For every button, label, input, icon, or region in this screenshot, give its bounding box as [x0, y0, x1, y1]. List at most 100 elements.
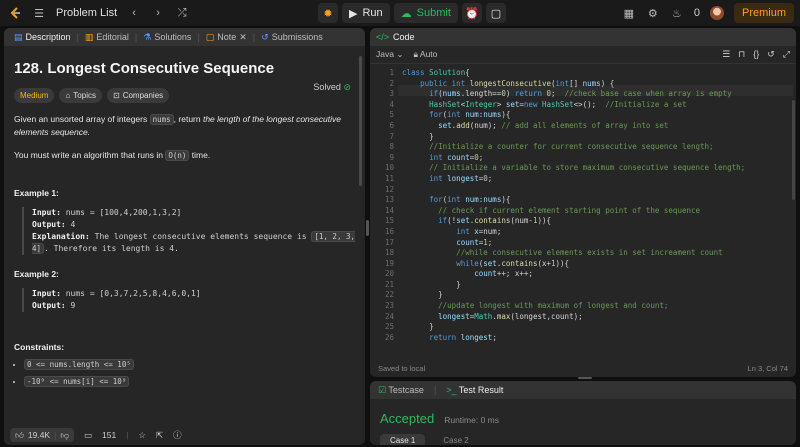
tab-solutions[interactable]: ⚗ Solutions [139, 32, 195, 43]
expand-icon[interactable]: ⤢ [783, 49, 790, 60]
description-footer: 👍︎ 19.4K | 👎︎ ▭ 151 | ☆ ⇱ ⓘ [4, 425, 365, 445]
case-tabs: Case 1 Case 2 [370, 426, 796, 445]
code-line: for(int num:nums){ [429, 110, 511, 120]
leetcode-logo-icon[interactable] [8, 6, 22, 20]
debug-button[interactable]: ✹ [318, 3, 338, 23]
footer-separator: | [126, 430, 129, 440]
language-select[interactable]: Java ⌄ [376, 49, 403, 60]
case-1-tab[interactable]: Case 1 [380, 434, 426, 445]
avatar[interactable] [709, 6, 724, 20]
code-line: return longest; [429, 332, 497, 342]
shuffle-icon[interactable]: ⤮ [175, 6, 189, 20]
auto-toggle[interactable]: 🔒︎ Auto [413, 49, 437, 60]
code-editor[interactable]: 1 2 3 4 5 6 7 8 9 10 11 12 13 14 15 16 17 18 19 20 21 22 23 24 2… [370, 64, 796, 349]
code-line: int x=num; [456, 226, 502, 236]
tag-icon: ⌂ [65, 91, 71, 100]
code-line: if(nums.length==0) return 0; //check bas… [429, 89, 732, 99]
notes-button[interactable]: ▢ [485, 3, 506, 23]
lock-icon: 🔒︎ [413, 49, 418, 59]
alarm-icon: ⏰ [465, 7, 479, 20]
example-block: Input: nums = [100,4,200,1,3,2] Output: … [22, 207, 356, 255]
panel-resize-handle[interactable] [578, 377, 592, 379]
top-bar: ☰ Problem List ‹ › ⤮ ✹ ▶ Run ☁ Submit ⏰ ▢ … [0, 0, 800, 26]
code-line: int longest=0; [429, 173, 493, 183]
code-line: if(!set.contains(num-1)){ [438, 216, 552, 226]
example-heading: Example 2: [14, 269, 59, 279]
tab-description[interactable]: ▤ Description [10, 32, 75, 43]
format-icon[interactable]: ☰ [722, 49, 730, 60]
code-scrollbar[interactable] [792, 100, 795, 200]
share-icon[interactable]: ⇱ [156, 430, 163, 441]
tab-separator: | [134, 32, 138, 42]
problem-requirement: You must write an algorithm that runs in… [14, 150, 211, 161]
problem-list-link[interactable]: Problem List [56, 7, 117, 19]
history-icon: ↺ [261, 31, 269, 42]
terminal-icon: >_ [446, 385, 457, 395]
settings-icon[interactable]: ⚙ [646, 6, 660, 20]
problem-list-icon[interactable]: ☰ [32, 6, 46, 20]
tab-submissions[interactable]: ↺ Submissions [257, 32, 327, 43]
code-line: } [402, 322, 434, 332]
solved-badge: Solved ⊘ [313, 82, 351, 92]
companies-chip[interactable]: ⊡ Companies [106, 88, 170, 103]
timer-button[interactable]: ⏰ [461, 3, 482, 23]
panel-resize-handle[interactable] [366, 220, 369, 236]
code-line: count=1; [456, 237, 493, 247]
run-button[interactable]: ▶ Run [342, 3, 390, 23]
code-line: set.add(num); // add all elements of arr… [438, 120, 669, 130]
note-icon: ▢ [490, 7, 502, 20]
code-line: for(int num:nums){ [429, 195, 511, 205]
topics-chip[interactable]: ⌂ Topics [59, 88, 102, 103]
description-scrollbar[interactable] [359, 56, 362, 186]
code-tab[interactable]: </> Code [370, 28, 796, 46]
check-circle-icon: ⊘ [343, 82, 351, 92]
comment-count: 151 [102, 430, 117, 440]
note-icon: ▢ [205, 31, 215, 42]
difficulty-chip[interactable]: Medium [14, 88, 55, 103]
tab-test-result[interactable]: >_ Test Result [446, 385, 503, 395]
chevron-down-icon: ⌄ [396, 49, 404, 59]
code-line: //while consecutive elements exists in s… [456, 248, 723, 258]
tab-separator: | [76, 32, 79, 42]
line-numbers: 1 2 3 4 5 6 7 8 9 10 11 12 13 14 15 16 17 18 19 20 21 22 23 24 2… [384, 68, 394, 342]
comment-icon[interactable]: ▭ [84, 430, 92, 441]
constraints-list: 0 <= nums.length <= 10⁵ -10⁹ <= nums[i] … [14, 359, 355, 387]
like-button[interactable]: 👍︎ 19.4K | 👎︎ [10, 428, 74, 442]
premium-button[interactable]: Premium [733, 3, 794, 23]
layout-icon[interactable]: ▦ [622, 6, 636, 20]
next-problem-icon[interactable]: › [151, 6, 165, 20]
thumb-up-icon: 👍︎ [15, 429, 24, 440]
status-badge: Accepted [380, 411, 435, 426]
lock-icon: ⊡ [112, 91, 120, 100]
code-line: //Initialize a counter for current conse… [429, 142, 714, 152]
streak-icon[interactable]: ♨ [670, 6, 684, 20]
code-line: } [402, 279, 461, 289]
code-line: } [402, 290, 443, 300]
code-line: count++; x++; [474, 269, 533, 279]
help-icon[interactable]: ⓘ [173, 429, 182, 441]
save-status: Saved to local [378, 363, 426, 373]
close-icon[interactable]: ✕ [239, 32, 247, 43]
reset-icon[interactable]: ↺ [767, 49, 775, 60]
tab-testcase[interactable]: ☑ Testcase [378, 385, 424, 396]
inline-code: nums [149, 114, 174, 125]
star-icon[interactable]: ☆ [138, 430, 146, 441]
inline-code: O(n) [165, 150, 190, 161]
tab-editorial[interactable]: ▥ Editorial [81, 32, 133, 43]
page-title: 128. Longest Consecutive Sequence [14, 60, 275, 77]
submit-button[interactable]: ☁ Submit [393, 3, 458, 23]
code-line: longest=Math.max(longest,count); [438, 311, 583, 321]
streak-count: 0 [693, 7, 700, 19]
checkbox-icon: ☑ [378, 384, 387, 395]
bookmark-icon[interactable]: ⊓ [738, 49, 745, 60]
constraints-heading: Constraints: [14, 342, 65, 352]
result-panel: ☑ Testcase | >_ Test Result Accepted Run… [370, 381, 796, 445]
thumb-down-icon[interactable]: 👎︎ [60, 430, 69, 441]
case-2-tab[interactable]: Case 2 [433, 434, 478, 445]
prev-problem-icon[interactable]: ‹ [127, 6, 141, 20]
tab-note[interactable]: ▢ Note ✕ [202, 32, 251, 43]
code-line: // Initialize a variable to store maximu… [429, 163, 746, 173]
braces-icon[interactable]: {} [753, 49, 759, 60]
code-line: // check if current element starting poi… [438, 205, 701, 215]
